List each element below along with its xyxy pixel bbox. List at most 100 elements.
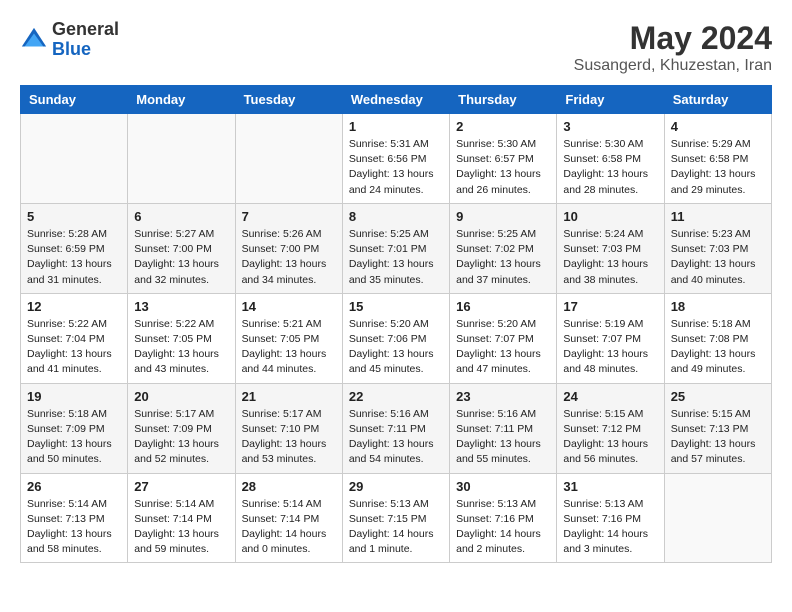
calendar-cell: 29 Sunrise: 5:13 AMSunset: 7:15 PMDaylig… bbox=[342, 473, 449, 563]
calendar-week-row: 12 Sunrise: 5:22 AMSunset: 7:04 PMDaylig… bbox=[21, 293, 772, 383]
calendar-cell: 14 Sunrise: 5:21 AMSunset: 7:05 PMDaylig… bbox=[235, 293, 342, 383]
day-info: Sunrise: 5:14 AMSunset: 7:14 PMDaylight:… bbox=[134, 497, 228, 558]
day-number: 15 bbox=[349, 299, 443, 314]
weekday-header: Saturday bbox=[664, 86, 771, 114]
day-number: 26 bbox=[27, 479, 121, 494]
day-number: 18 bbox=[671, 299, 765, 314]
day-number: 31 bbox=[563, 479, 657, 494]
day-info: Sunrise: 5:24 AMSunset: 7:03 PMDaylight:… bbox=[563, 227, 657, 288]
day-number: 1 bbox=[349, 119, 443, 134]
day-info: Sunrise: 5:31 AMSunset: 6:56 PMDaylight:… bbox=[349, 137, 443, 198]
logo-icon bbox=[20, 26, 48, 54]
day-info: Sunrise: 5:29 AMSunset: 6:58 PMDaylight:… bbox=[671, 137, 765, 198]
calendar-week-row: 5 Sunrise: 5:28 AMSunset: 6:59 PMDayligh… bbox=[21, 203, 772, 293]
calendar-cell: 6 Sunrise: 5:27 AMSunset: 7:00 PMDayligh… bbox=[128, 203, 235, 293]
weekday-header: Sunday bbox=[21, 86, 128, 114]
calendar-cell: 10 Sunrise: 5:24 AMSunset: 7:03 PMDaylig… bbox=[557, 203, 664, 293]
day-number: 20 bbox=[134, 389, 228, 404]
calendar-cell: 24 Sunrise: 5:15 AMSunset: 7:12 PMDaylig… bbox=[557, 383, 664, 473]
calendar-cell: 28 Sunrise: 5:14 AMSunset: 7:14 PMDaylig… bbox=[235, 473, 342, 563]
calendar-cell: 4 Sunrise: 5:29 AMSunset: 6:58 PMDayligh… bbox=[664, 114, 771, 204]
day-number: 17 bbox=[563, 299, 657, 314]
day-info: Sunrise: 5:15 AMSunset: 7:13 PMDaylight:… bbox=[671, 407, 765, 468]
day-number: 10 bbox=[563, 209, 657, 224]
calendar-cell: 17 Sunrise: 5:19 AMSunset: 7:07 PMDaylig… bbox=[557, 293, 664, 383]
day-number: 4 bbox=[671, 119, 765, 134]
calendar-cell: 11 Sunrise: 5:23 AMSunset: 7:03 PMDaylig… bbox=[664, 203, 771, 293]
day-number: 3 bbox=[563, 119, 657, 134]
calendar-cell: 9 Sunrise: 5:25 AMSunset: 7:02 PMDayligh… bbox=[450, 203, 557, 293]
logo-text: General Blue bbox=[52, 20, 119, 60]
day-number: 19 bbox=[27, 389, 121, 404]
day-number: 29 bbox=[349, 479, 443, 494]
calendar-cell: 8 Sunrise: 5:25 AMSunset: 7:01 PMDayligh… bbox=[342, 203, 449, 293]
calendar-cell: 22 Sunrise: 5:16 AMSunset: 7:11 PMDaylig… bbox=[342, 383, 449, 473]
day-info: Sunrise: 5:16 AMSunset: 7:11 PMDaylight:… bbox=[349, 407, 443, 468]
weekday-header: Monday bbox=[128, 86, 235, 114]
calendar-cell: 18 Sunrise: 5:18 AMSunset: 7:08 PMDaylig… bbox=[664, 293, 771, 383]
calendar-cell bbox=[664, 473, 771, 563]
day-info: Sunrise: 5:25 AMSunset: 7:01 PMDaylight:… bbox=[349, 227, 443, 288]
day-number: 23 bbox=[456, 389, 550, 404]
calendar-cell bbox=[21, 114, 128, 204]
day-number: 27 bbox=[134, 479, 228, 494]
calendar-cell: 27 Sunrise: 5:14 AMSunset: 7:14 PMDaylig… bbox=[128, 473, 235, 563]
day-info: Sunrise: 5:30 AMSunset: 6:58 PMDaylight:… bbox=[563, 137, 657, 198]
calendar-cell: 30 Sunrise: 5:13 AMSunset: 7:16 PMDaylig… bbox=[450, 473, 557, 563]
day-number: 2 bbox=[456, 119, 550, 134]
calendar-cell: 26 Sunrise: 5:14 AMSunset: 7:13 PMDaylig… bbox=[21, 473, 128, 563]
calendar-cell: 19 Sunrise: 5:18 AMSunset: 7:09 PMDaylig… bbox=[21, 383, 128, 473]
day-info: Sunrise: 5:13 AMSunset: 7:16 PMDaylight:… bbox=[456, 497, 550, 558]
month-year-title: May 2024 bbox=[574, 20, 772, 57]
day-info: Sunrise: 5:21 AMSunset: 7:05 PMDaylight:… bbox=[242, 317, 336, 378]
day-number: 8 bbox=[349, 209, 443, 224]
day-info: Sunrise: 5:17 AMSunset: 7:09 PMDaylight:… bbox=[134, 407, 228, 468]
day-number: 6 bbox=[134, 209, 228, 224]
day-number: 7 bbox=[242, 209, 336, 224]
day-info: Sunrise: 5:26 AMSunset: 7:00 PMDaylight:… bbox=[242, 227, 336, 288]
calendar-cell: 5 Sunrise: 5:28 AMSunset: 6:59 PMDayligh… bbox=[21, 203, 128, 293]
calendar-week-row: 26 Sunrise: 5:14 AMSunset: 7:13 PMDaylig… bbox=[21, 473, 772, 563]
day-info: Sunrise: 5:18 AMSunset: 7:08 PMDaylight:… bbox=[671, 317, 765, 378]
location-subtitle: Susangerd, Khuzestan, Iran bbox=[574, 57, 772, 75]
title-block: May 2024 Susangerd, Khuzestan, Iran bbox=[574, 20, 772, 75]
calendar-cell: 16 Sunrise: 5:20 AMSunset: 7:07 PMDaylig… bbox=[450, 293, 557, 383]
day-info: Sunrise: 5:28 AMSunset: 6:59 PMDaylight:… bbox=[27, 227, 121, 288]
calendar-cell: 23 Sunrise: 5:16 AMSunset: 7:11 PMDaylig… bbox=[450, 383, 557, 473]
day-number: 14 bbox=[242, 299, 336, 314]
calendar-cell: 25 Sunrise: 5:15 AMSunset: 7:13 PMDaylig… bbox=[664, 383, 771, 473]
day-number: 30 bbox=[456, 479, 550, 494]
day-info: Sunrise: 5:20 AMSunset: 7:07 PMDaylight:… bbox=[456, 317, 550, 378]
day-info: Sunrise: 5:14 AMSunset: 7:13 PMDaylight:… bbox=[27, 497, 121, 558]
day-info: Sunrise: 5:22 AMSunset: 7:04 PMDaylight:… bbox=[27, 317, 121, 378]
calendar-week-row: 19 Sunrise: 5:18 AMSunset: 7:09 PMDaylig… bbox=[21, 383, 772, 473]
day-number: 28 bbox=[242, 479, 336, 494]
calendar-cell: 1 Sunrise: 5:31 AMSunset: 6:56 PMDayligh… bbox=[342, 114, 449, 204]
calendar-table: SundayMondayTuesdayWednesdayThursdayFrid… bbox=[20, 85, 772, 563]
calendar-week-row: 1 Sunrise: 5:31 AMSunset: 6:56 PMDayligh… bbox=[21, 114, 772, 204]
calendar-cell bbox=[128, 114, 235, 204]
day-info: Sunrise: 5:13 AMSunset: 7:15 PMDaylight:… bbox=[349, 497, 443, 558]
day-info: Sunrise: 5:14 AMSunset: 7:14 PMDaylight:… bbox=[242, 497, 336, 558]
day-number: 24 bbox=[563, 389, 657, 404]
day-info: Sunrise: 5:13 AMSunset: 7:16 PMDaylight:… bbox=[563, 497, 657, 558]
day-info: Sunrise: 5:25 AMSunset: 7:02 PMDaylight:… bbox=[456, 227, 550, 288]
day-info: Sunrise: 5:18 AMSunset: 7:09 PMDaylight:… bbox=[27, 407, 121, 468]
calendar-cell: 2 Sunrise: 5:30 AMSunset: 6:57 PMDayligh… bbox=[450, 114, 557, 204]
calendar-cell: 31 Sunrise: 5:13 AMSunset: 7:16 PMDaylig… bbox=[557, 473, 664, 563]
calendar-cell: 20 Sunrise: 5:17 AMSunset: 7:09 PMDaylig… bbox=[128, 383, 235, 473]
day-info: Sunrise: 5:30 AMSunset: 6:57 PMDaylight:… bbox=[456, 137, 550, 198]
weekday-header: Thursday bbox=[450, 86, 557, 114]
calendar-cell: 21 Sunrise: 5:17 AMSunset: 7:10 PMDaylig… bbox=[235, 383, 342, 473]
day-info: Sunrise: 5:23 AMSunset: 7:03 PMDaylight:… bbox=[671, 227, 765, 288]
day-info: Sunrise: 5:15 AMSunset: 7:12 PMDaylight:… bbox=[563, 407, 657, 468]
calendar-cell: 7 Sunrise: 5:26 AMSunset: 7:00 PMDayligh… bbox=[235, 203, 342, 293]
day-info: Sunrise: 5:19 AMSunset: 7:07 PMDaylight:… bbox=[563, 317, 657, 378]
calendar-cell: 13 Sunrise: 5:22 AMSunset: 7:05 PMDaylig… bbox=[128, 293, 235, 383]
weekday-header: Wednesday bbox=[342, 86, 449, 114]
day-number: 11 bbox=[671, 209, 765, 224]
day-number: 21 bbox=[242, 389, 336, 404]
calendar-header-row: SundayMondayTuesdayWednesdayThursdayFrid… bbox=[21, 86, 772, 114]
day-number: 25 bbox=[671, 389, 765, 404]
day-number: 12 bbox=[27, 299, 121, 314]
